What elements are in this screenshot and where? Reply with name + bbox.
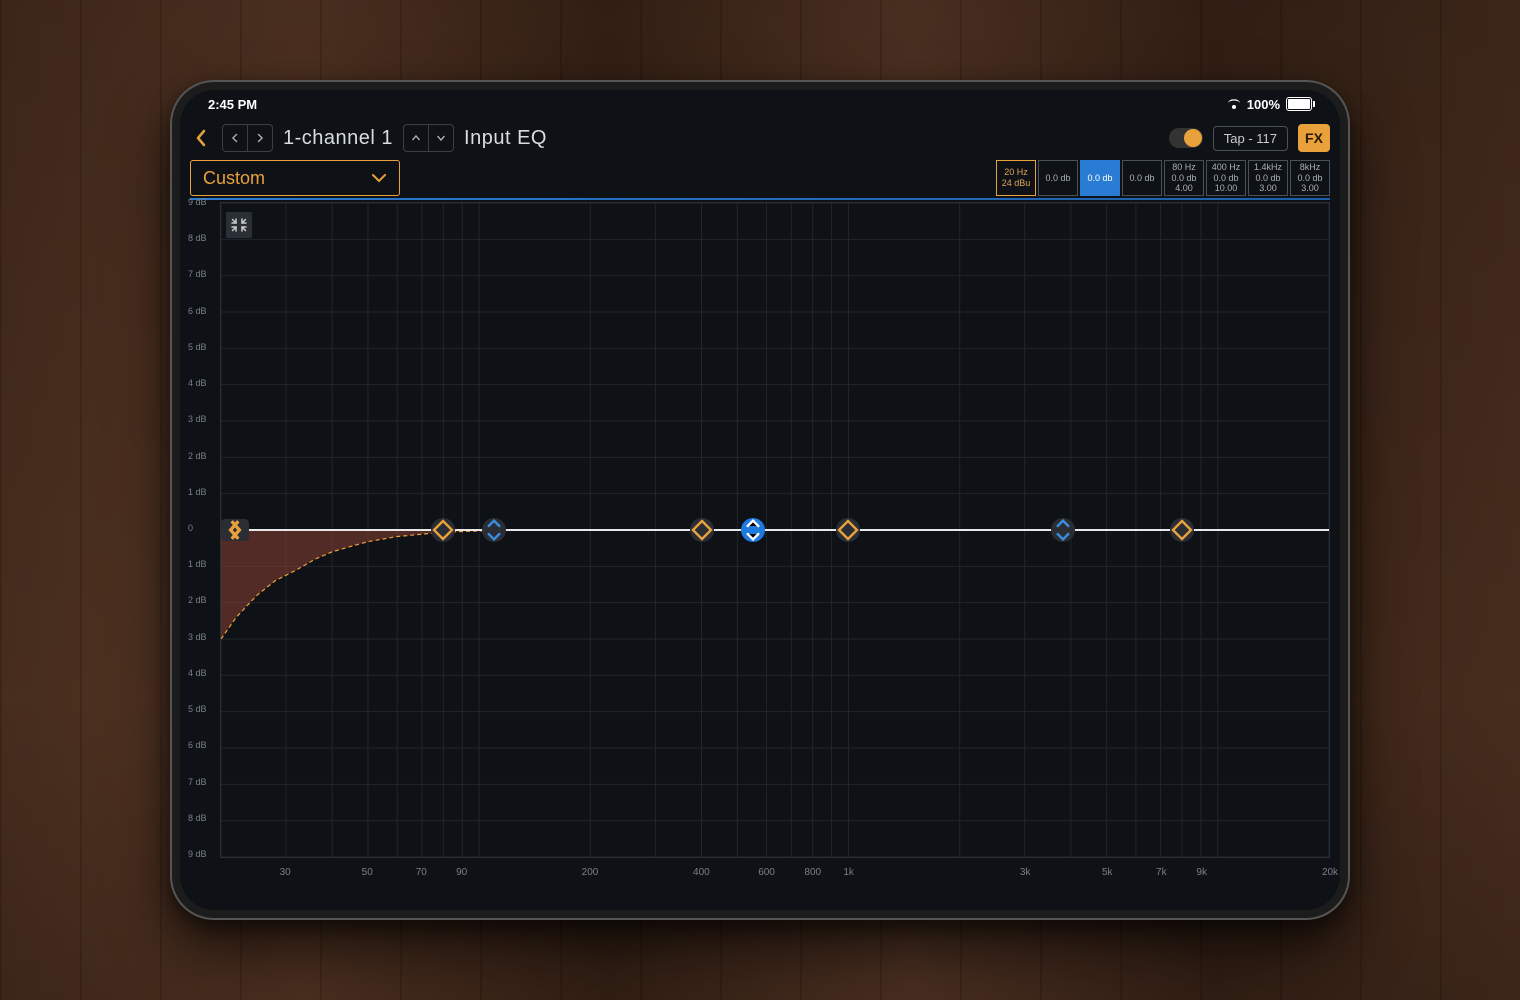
preset-label: Custom [203, 168, 265, 189]
status-time: 2:45 PM [208, 97, 257, 112]
x-tick-label: 800 [804, 867, 821, 878]
band-select-1[interactable]: 0.0 db [1038, 160, 1078, 196]
y-tick-label: 4 dB [188, 378, 218, 388]
x-axis-labels: 305070902004006008001k3k5k7k9k20k [220, 862, 1330, 882]
divider [190, 198, 1330, 200]
section-label: Input EQ [464, 127, 547, 150]
control-bar: Custom 20 Hz24 dBu0.0 db0.0 db0.0 db80 H… [180, 158, 1340, 198]
band-selector-row: 20 Hz24 dBu0.0 db0.0 db0.0 db80 Hz0.0 db… [996, 158, 1330, 198]
x-tick-label: 20k [1322, 867, 1338, 878]
preset-dropdown[interactable]: Custom [190, 160, 400, 196]
band-select-5[interactable]: 400 Hz0.0 db10.00 [1206, 160, 1246, 196]
next-section-button[interactable] [429, 125, 453, 151]
x-tick-label: 600 [758, 867, 775, 878]
x-tick-label: 70 [416, 867, 427, 878]
x-tick-label: 200 [582, 867, 599, 878]
y-tick-label: 6 dB [188, 306, 218, 316]
y-axis-labels: 9 dB8 dB7 dB6 dB5 dB4 dB3 dB2 dB1 dB01 d… [188, 202, 218, 854]
band-select-2[interactable]: 0.0 db [1080, 160, 1120, 196]
app-screen: 2:45 PM 100% 1-channel 1 Input EQ Tap - … [180, 90, 1340, 910]
band-select-3[interactable]: 0.0 db [1122, 160, 1162, 196]
band-select-4[interactable]: 80 Hz0.0 db4.00 [1164, 160, 1204, 196]
y-tick-label: 1 dB [188, 487, 218, 497]
x-tick-label: 7k [1156, 867, 1167, 878]
y-tick-label: 9 dB [188, 197, 218, 207]
eq-node-0[interactable] [431, 518, 455, 542]
channel-stepper [222, 124, 273, 152]
eq-node-5[interactable] [1051, 518, 1075, 542]
eq-node-4[interactable] [836, 518, 860, 542]
y-tick-label: 1 dB [188, 559, 218, 569]
wifi-icon [1227, 97, 1241, 111]
y-tick-label: 4 dB [188, 668, 218, 678]
status-bar: 2:45 PM 100% [180, 90, 1340, 118]
chevron-down-icon [371, 168, 387, 189]
top-bar: 1-channel 1 Input EQ Tap - 117 FX [180, 118, 1340, 158]
eq-graph: 9 dB 8 dB 7 dB 6 dB 5 dB 4 dB 3 dB 2 dB 1 dB 0 1 d… [190, 202, 1330, 882]
hpf-edge-handle[interactable] [221, 519, 249, 541]
section-stepper [403, 124, 454, 152]
collapse-button[interactable] [226, 212, 252, 238]
y-tick-label: 8 dB [188, 233, 218, 243]
y-tick-label: 6 dB [188, 740, 218, 750]
y-tick-label: 7 dB [188, 777, 218, 787]
y-tick-label: 2 dB [188, 595, 218, 605]
x-tick-label: 1k [843, 867, 854, 878]
x-tick-label: 90 [456, 867, 467, 878]
tablet-frame: 2:45 PM 100% 1-channel 1 Input EQ Tap - … [170, 80, 1350, 920]
x-tick-label: 50 [362, 867, 373, 878]
x-tick-label: 5k [1102, 867, 1113, 878]
band-select-6[interactable]: 1.4kHz0.0 db3.00 [1248, 160, 1288, 196]
band-select-7[interactable]: 8kHz0.0 db3.00 [1290, 160, 1330, 196]
band-select-0[interactable]: 20 Hz24 dBu [996, 160, 1036, 196]
y-tick-label: 0 [188, 523, 218, 533]
eq-plot-area[interactable] [220, 202, 1330, 858]
next-channel-button[interactable] [248, 125, 272, 151]
y-tick-label: 5 dB [188, 342, 218, 352]
y-tick-label: 7 dB [188, 269, 218, 279]
battery-icon [1286, 97, 1312, 111]
y-tick-label: 3 dB [188, 632, 218, 642]
eq-node-3[interactable] [741, 518, 765, 542]
back-button[interactable] [190, 123, 212, 153]
y-tick-label: 9 dB [188, 849, 218, 859]
y-tick-label: 5 dB [188, 704, 218, 714]
eq-node-2[interactable] [690, 518, 714, 542]
x-tick-label: 400 [693, 867, 710, 878]
eq-node-6[interactable] [1170, 518, 1194, 542]
prev-channel-button[interactable] [223, 125, 248, 151]
x-tick-label: 9k [1196, 867, 1207, 878]
channel-label: 1-channel 1 [283, 127, 393, 150]
tap-tempo-button[interactable]: Tap - 117 [1213, 126, 1288, 151]
y-tick-label: 2 dB [188, 451, 218, 461]
status-right: 100% [1227, 97, 1312, 112]
x-tick-label: 3k [1020, 867, 1031, 878]
y-tick-label: 3 dB [188, 414, 218, 424]
eq-node-1[interactable] [482, 518, 506, 542]
y-tick-label: 8 dB [188, 813, 218, 823]
fx-button[interactable]: FX [1298, 124, 1330, 152]
prev-section-button[interactable] [404, 125, 429, 151]
battery-percent: 100% [1247, 97, 1280, 112]
x-tick-label: 30 [280, 867, 291, 878]
eq-enable-toggle[interactable] [1169, 128, 1203, 148]
desk-background: 2:45 PM 100% 1-channel 1 Input EQ Tap - … [0, 0, 1520, 1000]
